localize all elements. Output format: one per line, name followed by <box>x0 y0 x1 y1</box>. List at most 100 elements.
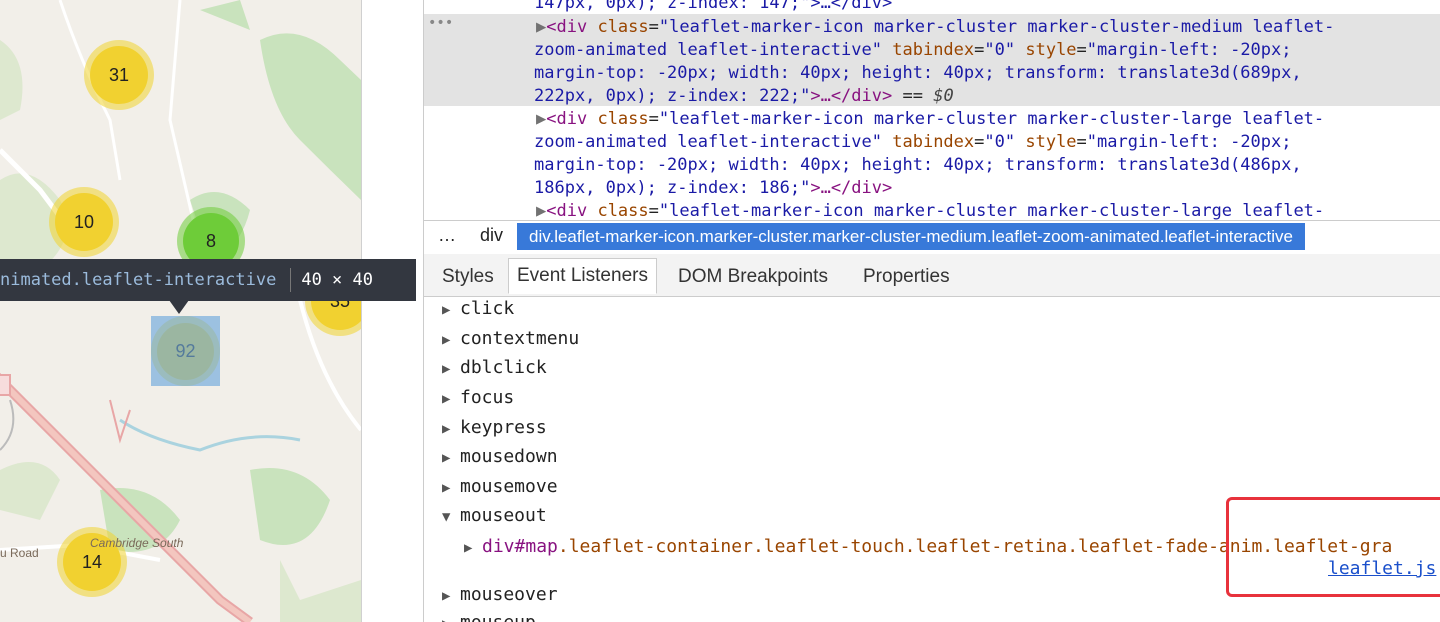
elements-dom-tree[interactable]: ••• 147px, 0px); z-index: 147;">…</div> … <box>424 0 1440 220</box>
attr-name: class <box>597 17 649 37</box>
console-ref-eq: == <box>902 86 923 106</box>
attr-equals: = <box>1076 132 1087 152</box>
event-name: contextmenu <box>460 328 580 349</box>
tab-event-listeners[interactable]: Event Listeners <box>508 258 657 294</box>
expand-triangle-icon[interactable]: ▶ <box>536 109 546 129</box>
attr-value: "margin-left: -20px; <box>1086 132 1292 152</box>
tooltip-arrow <box>169 300 189 314</box>
inspector-tooltip: nimated.leaflet-interactive 40 × 40 <box>0 259 416 301</box>
cluster-count: 10 <box>73 211 95 232</box>
panel-divider <box>361 0 424 622</box>
tag-close: >…</div> <box>810 178 893 198</box>
expand-triangle-icon[interactable]: ▶ <box>442 361 460 377</box>
attr-value: "leaflet-marker-icon marker-cluster mark… <box>658 109 1325 129</box>
event-name: keypress <box>460 417 547 438</box>
devtools-panel: ••• 147px, 0px); z-index: 147;">…</div> … <box>423 0 1440 622</box>
expand-triangle-icon[interactable]: ▶ <box>442 302 460 318</box>
expand-triangle-icon[interactable]: ▶ <box>442 480 460 496</box>
tag-name: <div <box>546 109 588 129</box>
map-cluster-marker[interactable]: 31 <box>84 40 154 110</box>
event-listener-mousedown[interactable]: ▶ mousedown <box>442 446 558 467</box>
elements-breadcrumb: … div div.leaflet-marker-icon.marker-clu… <box>424 220 1440 255</box>
event-name: dblclick <box>460 357 547 378</box>
annotation-highlight-box <box>1226 497 1440 597</box>
map-cluster-marker[interactable]: 10 <box>49 187 119 257</box>
breadcrumb-item-div[interactable]: div <box>480 225 503 246</box>
attr-name: class <box>597 109 649 129</box>
attr-name: tabindex <box>892 40 975 60</box>
breadcrumb-item-selected[interactable]: div.leaflet-marker-icon.marker-cluster.m… <box>517 223 1305 250</box>
attr-value: "0" <box>984 132 1016 152</box>
attr-name: tabindex <box>892 132 975 152</box>
tab-styles[interactable]: Styles <box>434 260 502 294</box>
tooltip-separator <box>290 268 292 292</box>
tooltip-selector: nimated.leaflet-interactive <box>0 270 277 290</box>
event-listener-dblclick[interactable]: ▶ dblclick <box>442 357 547 378</box>
expand-triangle-icon[interactable]: ▶ <box>442 332 460 348</box>
event-listener-mouseover[interactable]: ▶ mouseover <box>442 584 558 605</box>
expand-triangle-icon[interactable]: ▶ <box>464 540 482 556</box>
attr-value: 222px, 0px); z-index: 222;" <box>534 86 811 106</box>
event-listener-mouseup[interactable]: ▶mouseup <box>442 612 536 622</box>
cluster-count: 14 <box>81 551 103 572</box>
dom-node-line[interactable]: ▶<div class="leaflet-marker-icon marker-… <box>536 200 1324 220</box>
expand-triangle-icon[interactable]: ▶ <box>536 17 546 37</box>
breadcrumb-ellipsis[interactable]: … <box>438 225 456 246</box>
event-name: mouseup <box>460 612 536 622</box>
attr-value: "margin-left: -20px; <box>1086 40 1292 60</box>
expand-triangle-icon[interactable]: ▶ <box>442 391 460 407</box>
attr-equals: = <box>974 40 985 60</box>
map-road-label: Cambridge South <box>90 536 184 550</box>
expand-triangle-icon[interactable]: ▶ <box>442 588 460 604</box>
event-listener-mousemove[interactable]: ▶ mousemove <box>442 476 558 497</box>
attr-equals: = <box>648 201 659 220</box>
attr-value: "0" <box>984 40 1016 60</box>
attr-equals: = <box>648 17 659 37</box>
attr-equals: = <box>648 109 659 129</box>
event-listener-click[interactable]: ▶ click <box>442 298 514 319</box>
event-name: mousedown <box>460 446 558 467</box>
dom-node-continuation: zoom-animated leaflet-interactive" tabin… <box>534 39 1292 62</box>
expand-triangle-icon[interactable]: ▶ <box>442 616 460 622</box>
collapse-triangle-icon[interactable]: ▼ <box>442 509 460 525</box>
listener-tag: div <box>482 536 515 557</box>
expand-triangle-icon[interactable]: ▶ <box>536 201 546 220</box>
cluster-count: 8 <box>205 230 216 251</box>
attr-value: margin-top: -20px; width: 40px; height: … <box>534 63 1302 83</box>
sidebar-tabs: Styles Event Listeners DOM Breakpoints P… <box>424 254 1440 297</box>
attr-value: margin-top: -20px; width: 40px; height: … <box>534 155 1302 175</box>
dom-node-line[interactable]: ▶<div class="leaflet-marker-icon marker-… <box>536 108 1324 131</box>
attr-value: zoom-animated leaflet-interactive" <box>534 40 882 60</box>
event-listener-focus[interactable]: ▶ focus <box>442 387 514 408</box>
dom-node-line[interactable]: 147px, 0px); z-index: 147;">…</div> <box>534 0 892 15</box>
event-listener-keypress[interactable]: ▶ keypress <box>442 417 547 438</box>
tooltip-dimensions: 40 × 40 <box>301 270 373 290</box>
event-name: mouseover <box>460 584 558 605</box>
console-ref: $0 <box>933 86 954 106</box>
dom-node-continuation: zoom-animated leaflet-interactive" tabin… <box>534 131 1292 154</box>
event-name: click <box>460 298 515 319</box>
event-name: focus <box>460 387 515 408</box>
event-name: mousemove <box>460 476 558 497</box>
event-listener-contextmenu[interactable]: ▶ contextmenu <box>442 328 579 349</box>
attr-name: style <box>1025 132 1077 152</box>
tab-dom-breakpoints[interactable]: DOM Breakpoints <box>670 260 836 294</box>
expand-triangle-icon[interactable]: ▶ <box>442 450 460 466</box>
tag-name: <div <box>546 17 588 37</box>
event-listener-mouseout[interactable]: ▼ mouseout <box>442 505 547 526</box>
attr-value: zoom-animated leaflet-interactive" <box>534 132 882 152</box>
node-actions-ellipsis[interactable]: ••• <box>428 12 453 35</box>
expand-triangle-icon[interactable]: ▶ <box>442 421 460 437</box>
dom-node-selected[interactable]: ▶<div class="leaflet-marker-icon marker-… <box>536 16 1334 39</box>
attr-name: style <box>1025 40 1077 60</box>
tag-name: <div <box>546 201 588 220</box>
dom-node-text: 147px, 0px); z-index: 147;">…</div> <box>534 0 893 13</box>
attr-value: "leaflet-marker-icon marker-cluster mark… <box>658 201 1325 220</box>
element-highlight-overlay <box>151 316 220 386</box>
tab-properties[interactable]: Properties <box>855 260 958 294</box>
attr-name: class <box>597 201 649 220</box>
dom-node-continuation: margin-top: -20px; width: 40px; height: … <box>534 154 1302 177</box>
map-road-label: u Road <box>0 546 39 560</box>
attr-value: "leaflet-marker-icon marker-cluster mark… <box>658 17 1335 37</box>
attr-equals: = <box>974 132 985 152</box>
